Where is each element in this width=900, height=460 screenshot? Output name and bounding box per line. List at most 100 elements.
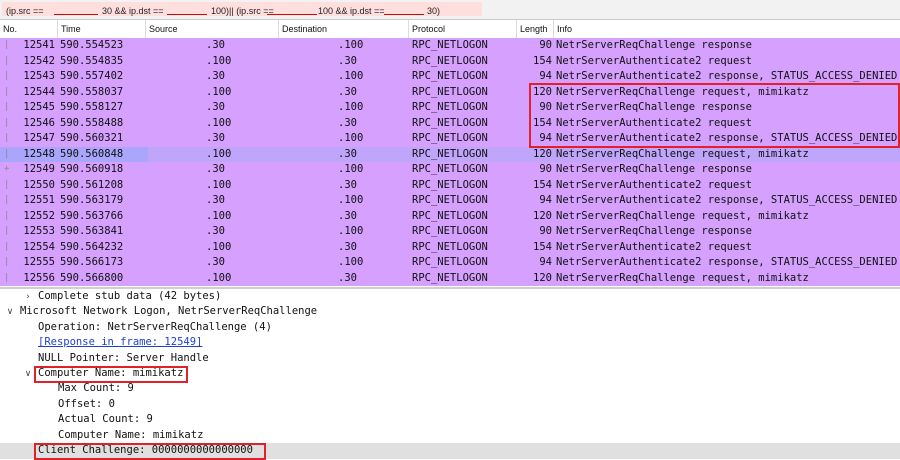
packet-row[interactable]: | 12553 590.563841.30.100 RPC_NETLOGON 90 Net… <box>0 224 900 240</box>
packet-list-header: No. Time Source Destination Protocol Len… <box>0 20 900 39</box>
packet-destination: .100 <box>338 194 364 206</box>
packet-length: 154 <box>533 178 552 191</box>
packet-row[interactable]: | 12550 590.561208.100.30 RPC_NETLOGON 154 Ne… <box>0 177 900 193</box>
packet-row[interactable]: | 12547 590.560321.30.100 RPC_NETLOGON 94 Net… <box>0 131 900 147</box>
detail-text: Computer Name: mimikatz <box>58 428 204 441</box>
packet-destination: .30 <box>338 271 357 284</box>
packet-source: .30 <box>206 132 225 144</box>
packet-protocol: RPC_NETLOGON <box>412 209 488 222</box>
packet-info: NetrServerAuthenticate2 request <box>556 54 752 67</box>
detail-tree-item[interactable]: ∨ Computer Name: mimikatz <box>0 366 900 382</box>
detail-text: Operation: NetrServerReqChallenge (4) <box>38 320 272 333</box>
packet-destination: .100 <box>338 256 364 268</box>
packet-protocol: RPC_NETLOGON <box>412 70 488 82</box>
packet-source: .30 <box>206 163 225 175</box>
detail-text: Microsoft Network Logon, NetrServerReqCh… <box>20 305 318 318</box>
redaction-line <box>384 14 424 15</box>
packet-source: .30 <box>206 101 225 113</box>
packet-time: 590.564232 <box>60 240 124 253</box>
packet-length: 154 <box>533 54 552 67</box>
packet-protocol: RPC_NETLOGON <box>412 116 488 129</box>
packet-protocol: RPC_NETLOGON <box>412 101 488 113</box>
packet-row[interactable]: | 12542 590.554835.100.30 RPC_NETLOGON 154 Ne… <box>0 53 900 69</box>
packet-info: NetrServerAuthenticate2 response, STATUS… <box>556 194 898 206</box>
packet-number: 12547 <box>23 132 55 144</box>
packet-protocol: RPC_NETLOGON <box>412 163 488 175</box>
packet-length: 94 <box>539 256 552 268</box>
packet-row[interactable]: | 12544 590.558037.100.30 RPC_NETLOGON 120 Ne… <box>0 84 900 100</box>
packet-length: 120 <box>533 271 552 284</box>
packet-row[interactable]: +12549 590.560918.30.100 RPC_NETLOGON 90 Net… <box>0 162 900 178</box>
packet-info: NetrServerAuthenticate2 request <box>556 116 752 129</box>
column-header-length[interactable]: Length <box>516 20 553 38</box>
packet-destination: .100 <box>338 70 364 82</box>
packet-source: .100 <box>206 147 232 160</box>
packet-time: 590.563841 <box>60 225 124 237</box>
display-filter-input[interactable]: (ip.src == 30 && ip.dst == 100)|| (ip.sr… <box>2 2 482 16</box>
packet-number: 12551 <box>23 194 55 206</box>
detail-text: Actual Count: 9 <box>58 413 153 426</box>
packet-number: 12544 <box>23 85 55 98</box>
packet-destination: .100 <box>338 132 364 144</box>
packet-length: 94 <box>539 70 552 82</box>
detail-tree-item[interactable]: › Complete stub data (42 bytes) <box>0 289 900 305</box>
detail-tree-item[interactable]: Actual Count: 9 <box>0 412 900 428</box>
column-header-time[interactable]: Time <box>57 20 145 38</box>
packet-length: 154 <box>533 240 552 253</box>
detail-tree-item[interactable]: [Response in frame: 12549] <box>0 335 900 351</box>
packet-row[interactable]: | 12555 590.566173.30.100 RPC_NETLOGON 94 Net… <box>0 255 900 271</box>
packet-row[interactable]: | 12545 590.558127.30.100 RPC_NETLOGON 90 Net… <box>0 100 900 116</box>
redaction-line <box>167 14 207 15</box>
packet-source: .100 <box>206 209 232 222</box>
filter-segment: 100 && ip.dst == <box>318 6 385 16</box>
packet-number: 12553 <box>23 225 55 237</box>
packet-number: 12542 <box>23 54 55 67</box>
response-frame-link[interactable]: [Response in frame: 12549] <box>38 336 202 348</box>
packet-number: 12543 <box>23 70 55 82</box>
packet-number: 12550 <box>23 178 55 191</box>
chevron-right-icon[interactable]: › <box>22 290 34 306</box>
packet-info: NetrServerReqChallenge response <box>556 39 752 51</box>
filter-segment: 30) <box>427 6 441 16</box>
packet-protocol: RPC_NETLOGON <box>412 256 488 268</box>
column-header-destination[interactable]: Destination <box>278 20 408 38</box>
packet-number: 12548 <box>23 147 55 160</box>
packet-source: .100 <box>206 116 232 129</box>
packet-row[interactable]: | 12551 590.563179.30.100 RPC_NETLOGON 94 Net… <box>0 193 900 209</box>
packet-row[interactable]: | 12552 590.563766.100.30 RPC_NETLOGON 120 Ne… <box>0 208 900 224</box>
detail-tree-item[interactable]: Client Challenge: 0000000000000000 <box>0 443 900 459</box>
packet-row[interactable]: | 12556 590.566800.100.30 RPC_NETLOGON 120 Ne… <box>0 270 900 286</box>
detail-tree-item[interactable]: ∨ Microsoft Network Logon, NetrServerReqC… <box>0 304 900 320</box>
packet-length: 90 <box>539 101 552 113</box>
packet-length: 120 <box>533 147 552 160</box>
column-header-no[interactable]: No. <box>0 20 57 38</box>
packet-destination: .30 <box>338 240 357 253</box>
packet-destination: .30 <box>338 178 357 191</box>
packet-time: 590.558037 <box>60 85 124 98</box>
detail-tree-item[interactable]: NULL Pointer: Server Handle <box>0 351 900 367</box>
redaction-line <box>267 14 317 15</box>
detail-tree-item[interactable]: Offset: 0 <box>0 397 900 413</box>
column-header-info[interactable]: Info <box>553 20 900 38</box>
detail-tree-item[interactable]: Operation: NetrServerReqChallenge (4) <box>0 320 900 336</box>
packet-row[interactable]: | 12543 590.557402.30.100 RPC_NETLOGON 94 Net… <box>0 69 900 85</box>
chevron-down-icon[interactable]: ∨ <box>22 367 34 383</box>
packet-row[interactable]: | 12546 590.558488.100.30 RPC_NETLOGON 154 Ne… <box>0 115 900 131</box>
packet-row[interactable]: | 12541 590.554523.30.100 RPC_NETLOGON 90 Net… <box>0 38 900 54</box>
display-filter-bar: (ip.src == 30 && ip.dst == 100)|| (ip.sr… <box>0 0 900 20</box>
redaction-line <box>54 14 98 15</box>
chevron-down-icon[interactable]: ∨ <box>4 305 16 321</box>
detail-tree-item[interactable]: Computer Name: mimikatz <box>0 428 900 444</box>
packet-number: 12554 <box>23 240 55 253</box>
detail-tree-item[interactable]: Max Count: 9 <box>0 381 900 397</box>
packet-source: .100 <box>206 54 232 67</box>
packet-destination: .30 <box>338 85 357 98</box>
packet-time: 590.558488 <box>60 116 124 129</box>
packet-row[interactable]: | 12554 590.564232.100.30 RPC_NETLOGON 154 Ne… <box>0 239 900 255</box>
column-header-source[interactable]: Source <box>145 20 278 38</box>
filter-segment: 30 && ip.dst == <box>102 6 164 16</box>
packet-length: 154 <box>533 116 552 129</box>
column-header-protocol[interactable]: Protocol <box>408 20 516 38</box>
packet-length: 90 <box>539 225 552 237</box>
packet-row[interactable]: | 12548 590.560848.100.30 RPC_NETLOGON 120 Ne… <box>0 146 900 162</box>
